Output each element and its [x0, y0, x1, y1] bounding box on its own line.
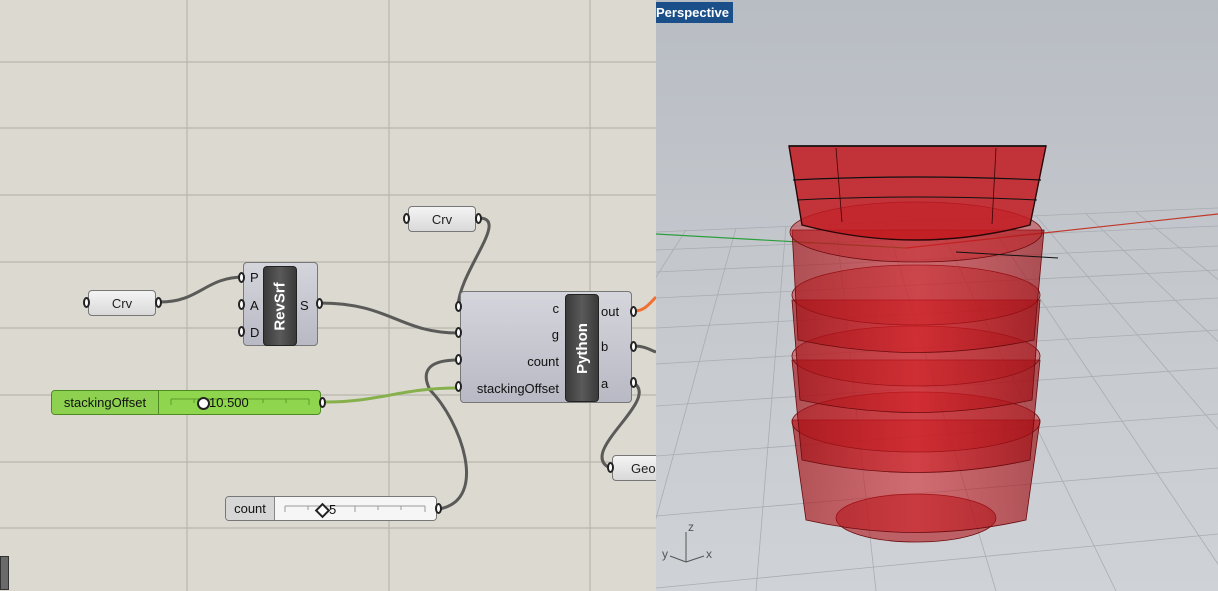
rhino-viewport[interactable]: Perspective z x y: [656, 0, 1218, 591]
python-input-count: count: [527, 354, 559, 369]
count-slider-value: 5: [329, 502, 337, 517]
canvas-scroll-handle[interactable]: [0, 556, 9, 590]
wire-revsrf-to-python-g: [319, 301, 459, 335]
crv-label: Crv: [111, 295, 133, 311]
crv-top-input-port[interactable]: [403, 213, 410, 224]
stacking-offset-slider-name: stackingOffset: [52, 391, 159, 414]
revsrf-component[interactable]: P A D RevSrf S: [243, 262, 318, 346]
gizmo-y-label: y: [662, 547, 668, 561]
python-nickname: Python: [565, 294, 599, 402]
stacking-offset-slider-value: 10.500: [209, 395, 249, 410]
count-slider-track[interactable]: 5: [275, 497, 436, 520]
wire-python-out: [633, 295, 656, 313]
revsrf-port-p[interactable]: [238, 272, 245, 283]
viewport-title[interactable]: Perspective: [656, 2, 733, 23]
slider-ticks: [284, 505, 426, 512]
gizmo-x-label: x: [706, 547, 712, 561]
revsrf-input-d: D: [250, 325, 260, 340]
revsrf-output-s: S: [300, 298, 309, 313]
python-input-g: g: [551, 327, 559, 342]
wire-crv-to-revsrf: [159, 275, 245, 304]
revsrf-port-a[interactable]: [238, 299, 245, 310]
stacking-offset-slider-track[interactable]: 10.500: [159, 391, 320, 414]
crv-left-output-port[interactable]: [155, 297, 162, 308]
geo-input-port[interactable]: [607, 462, 614, 473]
gizmo-z-label: z: [688, 520, 694, 534]
count-slider-name: count: [226, 497, 275, 520]
python-component[interactable]: c g count stackingOffset Python out b a: [460, 291, 632, 403]
python-input-stackingoffset: stackingOffset: [476, 381, 559, 396]
stacking-offset-slider[interactable]: stackingOffset 10.500: [51, 390, 321, 415]
crv-param-top[interactable]: Crv: [408, 206, 476, 232]
revsrf-nickname: RevSrf: [263, 266, 297, 346]
python-input-c: c: [552, 301, 560, 316]
crv-label: Crv: [431, 211, 453, 227]
crv-param-left[interactable]: Crv: [88, 290, 156, 316]
crv-left-input-port[interactable]: [83, 297, 90, 308]
geo-label: Geo: [631, 460, 656, 476]
crv-top-output-port[interactable]: [475, 213, 482, 224]
python-output-out: out: [601, 304, 620, 319]
python-port-stackingoffset[interactable]: [455, 381, 462, 392]
python-port-a[interactable]: [630, 377, 637, 388]
wire-python-b: [633, 344, 656, 354]
count-slider[interactable]: count 5: [225, 496, 437, 521]
stacking-offset-slider-output-port[interactable]: [319, 397, 326, 408]
python-port-g[interactable]: [455, 327, 462, 338]
revsrf-input-p: P: [250, 270, 259, 285]
python-port-c[interactable]: [455, 301, 462, 312]
python-port-out[interactable]: [630, 306, 637, 317]
stacked-cups: [788, 145, 1059, 543]
viewport-scene: [656, 0, 1218, 591]
geo-param[interactable]: Geo: [612, 455, 656, 481]
python-port-b[interactable]: [630, 341, 637, 352]
revsrf-port-d[interactable]: [238, 326, 245, 337]
python-output-b: b: [601, 339, 609, 354]
count-slider-output-port[interactable]: [435, 503, 442, 514]
python-port-count[interactable]: [455, 354, 462, 365]
grasshopper-canvas[interactable]: Crv Crv P A D RevSrf S c g count stackin…: [0, 0, 656, 591]
revsrf-input-a: A: [250, 298, 259, 313]
revsrf-port-s[interactable]: [316, 298, 323, 309]
python-output-a: a: [601, 376, 609, 391]
